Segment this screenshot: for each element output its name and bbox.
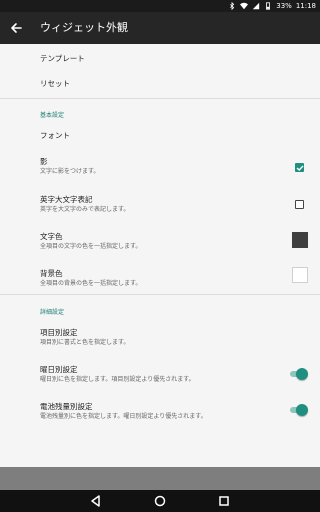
bottom-panel [0,467,320,490]
basic-section-header: 基本設定 [40,112,65,119]
bg-color-subtitle: 全項目の背景の色を一括指定します。 [40,280,142,287]
app-bar: ウィジェット外観 [0,12,320,44]
template-item[interactable]: テンプレート [40,54,310,64]
bg-color-item[interactable]: 背景色 全項目の背景の色を一括指定します。 [40,269,310,288]
shadow-subtitle: 文字に影をつけます。 [40,168,100,175]
shadow-item[interactable]: 影 文字に影をつけます。 [40,157,310,176]
shadow-checkbox[interactable] [295,163,304,172]
back-triangle-icon[interactable] [89,494,103,508]
battery-percent: 33% [276,2,292,10]
font-item[interactable]: フォント [40,131,310,141]
divider [0,98,320,99]
text-color-swatch[interactable] [292,232,308,248]
reset-title: リセット [40,79,70,88]
weekday-toggle[interactable] [288,368,308,380]
weekday-setting[interactable]: 曜日別設定 曜日別に色を指定します。項目別設定より優先されます。 [40,365,310,384]
status-icons: 33% 11:18 [228,0,316,12]
text-color-item[interactable]: 文字色 全項目の文字の色を一括指定します。 [40,232,310,251]
reset-item[interactable]: リセット [40,79,310,89]
text-color-title: 文字色 [40,232,63,241]
divider [0,294,320,295]
battery-icon [266,2,271,10]
battery-subtitle: 電池残量別に色を指定します。曜日別設定より優先されます。 [40,413,207,420]
weekday-subtitle: 曜日別に色を指定します。項目別設定より優先されます。 [40,376,195,383]
weekday-title: 曜日別設定 [40,365,78,374]
per-item-setting[interactable]: 項目別設定 項目別に書式と色を指定します。 [40,328,310,347]
shadow-title: 影 [40,157,48,166]
toggle-thumb [296,368,308,380]
home-circle-icon[interactable] [153,494,167,508]
template-title: テンプレート [40,54,85,63]
font-title: フォント [40,131,70,140]
uppercase-subtitle: 英字を大文字のみで表記します。 [40,206,130,213]
settings-list: テンプレート リセット 基本設定 フォント 影 文字に影をつけます。 英字大文字… [0,44,320,467]
battery-title: 電池残量別設定 [40,402,93,411]
detail-section-header: 詳細設定 [40,309,65,316]
signal-icon [253,2,260,10]
per-item-title: 項目別設定 [40,328,78,337]
clock: 11:18 [295,2,316,10]
bg-color-title: 背景色 [40,269,63,278]
bluetooth-icon [230,2,235,10]
battery-toggle[interactable] [288,404,308,416]
page-title: ウィジェット外観 [40,21,128,34]
bg-color-swatch[interactable] [292,267,308,283]
battery-setting[interactable]: 電池残量別設定 電池残量別に色を指定します。曜日別設定より優先されます。 [40,402,310,421]
uppercase-item[interactable]: 英字大文字表記 英字を大文字のみで表記します。 [40,195,310,214]
uppercase-title: 英字大文字表記 [40,195,93,204]
wifi-icon [240,2,249,10]
uppercase-checkbox[interactable] [295,200,304,209]
arrow-left-icon[interactable] [8,20,24,36]
status-bar: 33% 11:18 [0,0,320,12]
toggle-thumb [296,404,308,416]
system-nav-bar [0,490,320,512]
per-item-subtitle: 項目別に書式と色を指定します。 [40,339,130,346]
check-icon [296,165,304,171]
recents-square-icon[interactable] [217,494,231,508]
text-color-subtitle: 全項目の文字の色を一括指定します。 [40,243,142,250]
